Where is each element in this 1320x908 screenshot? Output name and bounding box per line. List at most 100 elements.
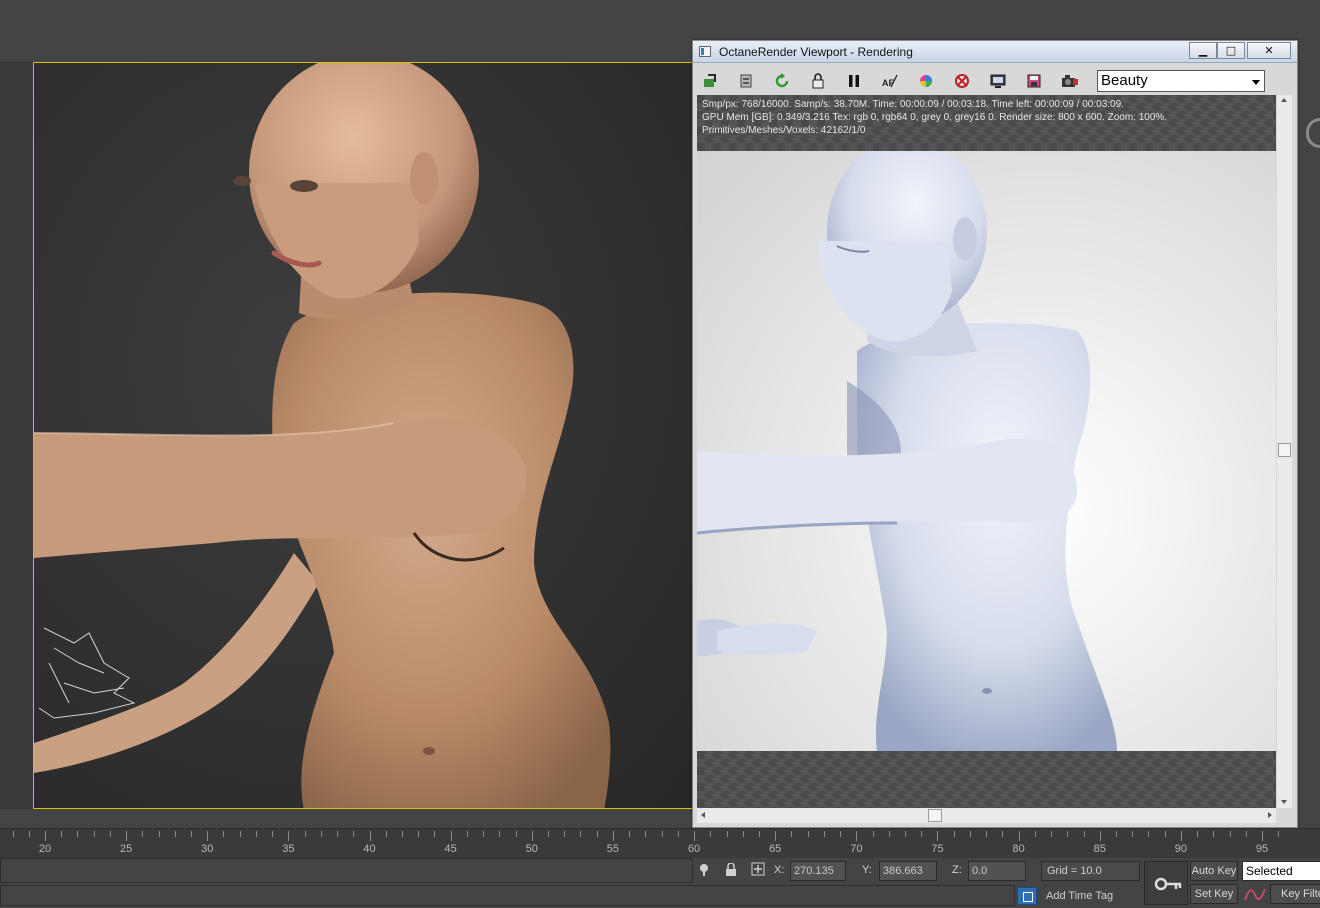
timeline-tick <box>434 831 436 837</box>
maxscript-listener[interactable] <box>0 858 693 883</box>
timeline-tick <box>1262 831 1263 841</box>
timeline-tick <box>645 831 647 837</box>
time-tag-icon[interactable] <box>1017 887 1037 905</box>
key-selection-dropdown[interactable]: Selected <box>1242 861 1320 881</box>
timeline-tick <box>28 831 30 837</box>
timeline-tick <box>1229 831 1231 837</box>
scroll-left-icon[interactable] <box>701 812 705 818</box>
timeline-frame-label: 70 <box>850 843 863 855</box>
timeline-tick <box>1132 831 1134 837</box>
grid-size: Grid = 10.0 <box>1041 861 1140 881</box>
octane-vertical-scrollbar[interactable] <box>1277 95 1292 808</box>
timeline-tick <box>1148 831 1150 837</box>
curve-editor-icon[interactable] <box>1244 886 1266 903</box>
isolate-icon[interactable] <box>699 863 709 880</box>
timeline-tick <box>1002 831 1004 837</box>
vertical-scroll-thumb[interactable] <box>1278 443 1291 457</box>
timeline-tick <box>1164 831 1166 837</box>
key-filters-button[interactable]: Key Filters... <box>1270 884 1320 904</box>
timeline-tick <box>872 831 874 837</box>
timeline-tick <box>564 831 566 837</box>
absolute-mode-icon[interactable] <box>751 862 765 879</box>
selection-lock-icon[interactable] <box>725 862 737 880</box>
perspective-viewport[interactable] <box>33 62 693 809</box>
timeline-tick <box>612 831 614 841</box>
render-image <box>697 151 1276 751</box>
scroll-down-icon[interactable] <box>1281 800 1287 804</box>
camera-icon[interactable] <box>1059 70 1081 92</box>
octane-horizontal-scrollbar[interactable] <box>697 808 1276 823</box>
timeline-tick <box>758 831 760 837</box>
timeline-tick <box>158 831 160 837</box>
timeline-tick <box>1051 831 1053 837</box>
timeline-tick <box>450 831 452 841</box>
timeline-tick <box>1180 831 1182 841</box>
timeline-ruler[interactable]: 20 25 30 35 40 45 50 55 60 65 70 75 80 85 90 95 <box>0 828 1320 858</box>
octane-render-window[interactable]: OctaneRender Viewport - Rendering ▁ □ ✕ … <box>692 40 1298 828</box>
scroll-up-icon[interactable] <box>1281 98 1287 102</box>
timeline-tick <box>791 831 793 837</box>
lock-icon[interactable] <box>807 70 829 92</box>
timeline-tick <box>61 831 63 837</box>
maximize-button[interactable]: □ <box>1217 42 1245 59</box>
region-render-icon[interactable] <box>987 70 1009 92</box>
x-coordinate-field[interactable]: 270.135 <box>790 861 846 881</box>
octane-window-icon <box>699 46 711 57</box>
pause-icon[interactable] <box>843 70 865 92</box>
chevron-down-icon <box>1252 80 1260 85</box>
timeline-tick <box>288 831 290 841</box>
timeline-tick <box>710 831 712 837</box>
render-pass-select[interactable]: Beauty <box>1097 70 1265 92</box>
max-workspace: OctaneRender Viewport - Rendering ▁ □ ✕ … <box>0 0 1320 908</box>
timeline-tick <box>921 831 923 837</box>
z-coordinate-field[interactable]: 0.0 <box>968 861 1026 881</box>
stats-line-memory: GPU Mem [GB]: 0.349/3.216 Tex: rgb 0, rg… <box>702 112 1168 123</box>
timeline-frame-label: 80 <box>1012 843 1025 855</box>
timeline-frame-label: 65 <box>769 843 782 855</box>
scroll-right-icon[interactable] <box>1268 812 1272 818</box>
minimize-button[interactable]: ▁ <box>1189 42 1217 59</box>
timeline-tick <box>515 831 517 837</box>
timeline-tick <box>807 831 809 837</box>
timeline-tick <box>499 831 501 837</box>
clipboard-icon[interactable] <box>735 70 757 92</box>
viewport-gutter <box>0 62 33 809</box>
timeline-tick <box>548 831 550 837</box>
timeline-tick <box>905 831 906 837</box>
timeline-frame-label: 20 <box>38 843 52 855</box>
add-time-tag-button[interactable]: Add Time Tag <box>1046 890 1113 902</box>
timeline-tick <box>580 831 582 837</box>
send-scene-icon[interactable] <box>699 70 721 92</box>
timeline-tick <box>531 831 533 841</box>
octane-canvas[interactable]: Smp/px: 768/16000. Samp/s: 38.70M. Time:… <box>697 95 1276 808</box>
set-key-button[interactable] <box>1144 861 1188 905</box>
render-pass-value: Beauty <box>1101 72 1148 89</box>
timeline-tick <box>466 831 468 837</box>
save-image-icon[interactable] <box>1023 70 1045 92</box>
timeline-tick <box>937 831 939 841</box>
auto-key-button[interactable]: Auto Key <box>1190 861 1238 881</box>
timeline-tick <box>1245 831 1247 837</box>
af-focus-icon[interactable]: AF <box>879 70 901 92</box>
timeline-tick <box>369 831 371 841</box>
color-picker-icon[interactable] <box>915 70 937 92</box>
timeline-tick <box>191 831 193 837</box>
timeline-tick <box>1083 831 1085 837</box>
timeline-tick <box>1213 831 1215 837</box>
clay-mode-icon[interactable] <box>951 70 973 92</box>
close-button[interactable]: ✕ <box>1247 42 1291 59</box>
horizontal-scroll-thumb[interactable] <box>928 809 942 822</box>
timeline-tick <box>694 831 696 841</box>
timeline-tick <box>840 831 842 837</box>
octane-window-title: OctaneRender Viewport - Rendering <box>719 45 913 59</box>
timeline-tick <box>109 831 111 837</box>
timeline-frame-label: 75 <box>931 843 944 855</box>
restart-render-icon[interactable] <box>771 70 793 92</box>
octane-title-bar[interactable]: OctaneRender Viewport - Rendering ▁ □ ✕ <box>693 41 1297 63</box>
set-key-mode-button[interactable]: Set Key <box>1190 884 1238 904</box>
y-coordinate-field[interactable]: 386.663 <box>879 861 937 881</box>
logo-icon <box>1306 118 1320 148</box>
timeline-tick <box>45 831 46 841</box>
timeline-tick <box>1099 831 1101 841</box>
timeline-tick <box>742 831 744 837</box>
